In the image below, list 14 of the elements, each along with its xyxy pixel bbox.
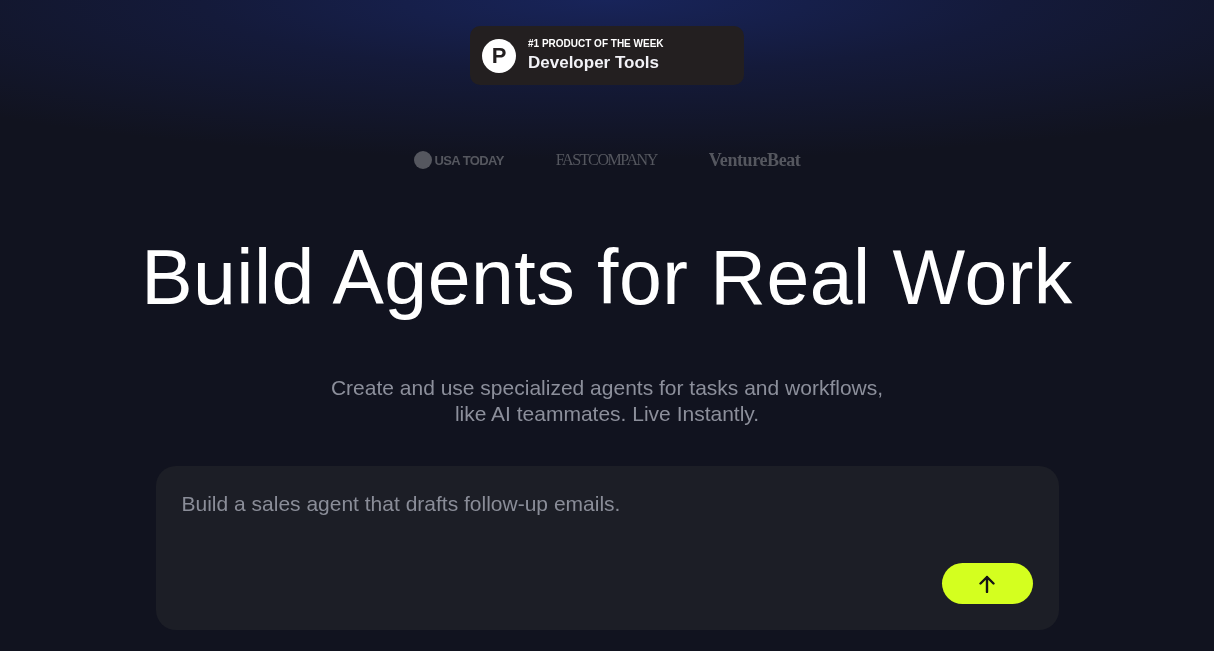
prompt-input[interactable]: Build a sales agent that drafts follow-up emails. xyxy=(181,492,1033,563)
hero-title: Build Agents for Real Work xyxy=(141,233,1073,322)
press-logo: VentureBeat xyxy=(708,149,801,171)
press-logo: FASTCOMPANY xyxy=(555,151,657,169)
badge-eyebrow: #1 PRODUCT OF THE WEEK xyxy=(528,38,664,50)
circle-logo-icon xyxy=(413,151,432,169)
hero-subtitle: Create and use specialized agents for tasks and workflows, like AI teammates. Live Instantly. xyxy=(329,375,885,427)
prompt-box[interactable]: Build a sales agent that drafts follow-up emails. xyxy=(155,466,1059,630)
press-logo: USA TODAY xyxy=(434,152,504,168)
badge-logo: P xyxy=(482,38,516,73)
arrow-up-icon xyxy=(979,574,995,593)
award-badge[interactable]: P #1 PRODUCT OF THE WEEK Developer Tools xyxy=(470,26,744,85)
badge-title: Developer Tools xyxy=(528,53,660,73)
send-button[interactable] xyxy=(941,563,1033,604)
